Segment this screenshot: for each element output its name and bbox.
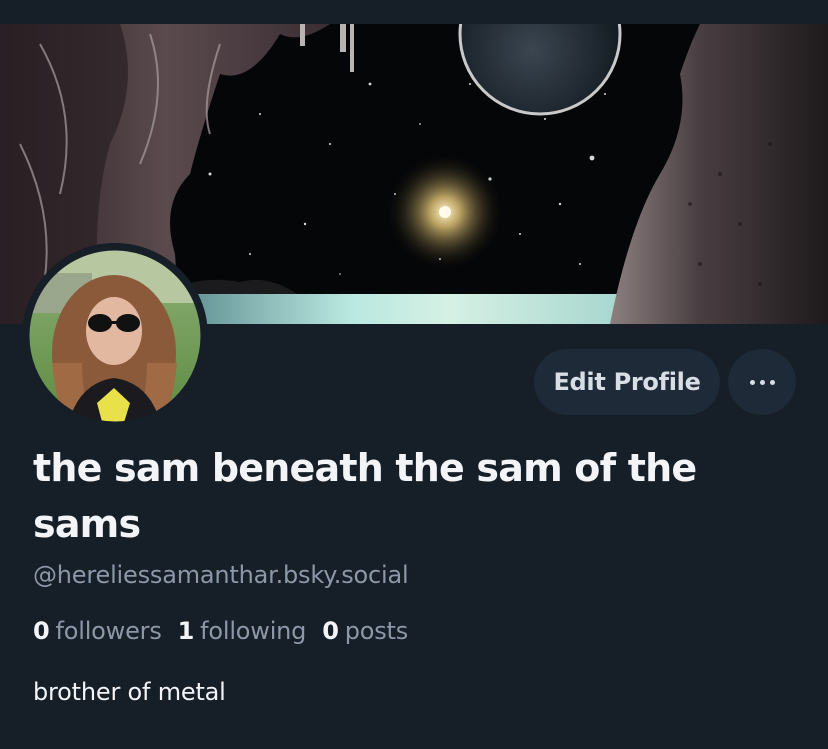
posts-label: posts (344, 617, 409, 645)
profile-page: Edit Profile the sam beneath the sam of … (0, 0, 828, 749)
avatar-image (22, 243, 208, 429)
posts-stat: 0 posts (322, 617, 408, 645)
followers-count: 0 (33, 617, 50, 645)
followers-label: followers (55, 617, 162, 645)
profile-bio: brother of metal (33, 678, 226, 706)
followers-stat[interactable]: 0 followers (33, 617, 162, 645)
following-count: 1 (177, 617, 195, 645)
more-horizontal-icon (749, 379, 775, 385)
top-bar (0, 0, 828, 24)
profile-stats: 0 followers 1 following 0 posts (33, 617, 424, 645)
more-options-button[interactable] (728, 349, 796, 415)
avatar[interactable] (22, 243, 208, 429)
posts-count: 0 (322, 617, 339, 645)
profile-handle[interactable]: @hereliessamanthar.bsky.social (33, 561, 409, 589)
following-label: following (200, 617, 307, 645)
edit-profile-button[interactable]: Edit Profile (534, 349, 720, 415)
edit-profile-label: Edit Profile (553, 368, 701, 396)
display-name: the sam beneath the sam of the sams (33, 446, 697, 546)
following-stat[interactable]: 1 following (178, 617, 307, 645)
